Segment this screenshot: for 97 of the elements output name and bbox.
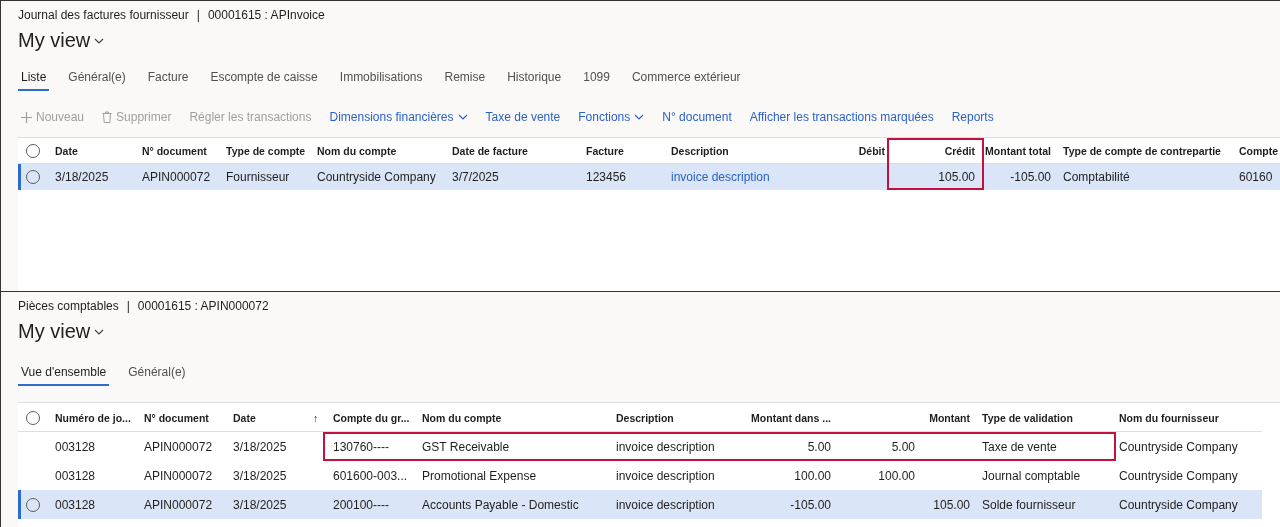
table-cell: 601600-003...: [333, 468, 408, 483]
table-cell: invoice description: [616, 497, 715, 512]
table-cell: invoice description: [616, 468, 715, 483]
toolbar-button[interactable]: Afficher les transactions marquées: [746, 110, 937, 124]
column-header[interactable]: Description: [671, 145, 729, 157]
tab[interactable]: Général(e): [65, 70, 129, 91]
column-header[interactable]: Type de compte de contrepartie: [1063, 145, 1221, 157]
table-cell: 5.00: [891, 439, 915, 454]
table-cell: 60160: [1239, 170, 1273, 184]
chevron-down-icon: [634, 114, 645, 120]
plus-icon: [21, 111, 32, 123]
toolbar-button[interactable]: N° document: [659, 110, 735, 124]
tab[interactable]: 1099: [580, 70, 613, 91]
view-selector[interactable]: My view: [18, 320, 91, 343]
table-cell: 100.00: [878, 468, 915, 483]
tab[interactable]: Vue d'ensemble: [18, 365, 110, 386]
tab[interactable]: Remise: [441, 70, 489, 91]
record-title: 00001615 : APInvoice: [207, 8, 325, 22]
tab[interactable]: Facture: [144, 70, 192, 91]
chevron-down-icon: [457, 114, 468, 120]
table-cell: 3/18/2025: [233, 468, 287, 483]
column-header[interactable]: N° document: [144, 411, 209, 424]
column-header[interactable]: Facture: [586, 145, 624, 157]
column-header[interactable]: Compte: [1239, 145, 1279, 157]
table-cell: 130760----: [333, 439, 390, 454]
circle-icon: [26, 497, 40, 512]
table-cell: 3/18/2025: [233, 439, 287, 454]
column-header[interactable]: Nom du compte: [317, 145, 397, 157]
column-header[interactable]: N° document: [142, 145, 207, 157]
toolbar-button[interactable]: Fonctions: [575, 110, 648, 124]
column-header[interactable]: Type de compte: [226, 145, 306, 157]
tab[interactable]: Commerce extérieur: [628, 70, 744, 91]
tab[interactable]: Immobilisations: [336, 70, 426, 91]
table-cell: Taxe de vente: [982, 439, 1057, 454]
table-cell: GST Receivable: [422, 439, 510, 454]
table-cell: Comptabilité: [1063, 170, 1130, 184]
table-cell: 3/18/2025: [233, 497, 287, 512]
column-header[interactable]: Montant total: [985, 145, 1051, 157]
table-cell: Countryside Company: [1119, 468, 1238, 483]
table-cell: APIN000072: [144, 497, 213, 512]
tab[interactable]: Escompte de caisse: [207, 70, 321, 91]
tab[interactable]: Général(e): [125, 365, 189, 386]
table-cell: Fournisseur: [226, 170, 290, 184]
table-cell: 100.00: [794, 468, 831, 483]
tab[interactable]: Liste: [18, 70, 50, 91]
table-cell: Countryside Company: [1119, 439, 1238, 454]
table-cell: APIN000072: [144, 468, 213, 483]
toolbar-button[interactable]: Taxe de vente: [482, 110, 564, 124]
table-cell: Solde fournisseur: [982, 497, 1076, 512]
table-cell: 003128: [55, 497, 96, 512]
table-cell: invoice description: [616, 439, 715, 454]
table-cell: Countryside Company: [317, 170, 436, 184]
column-header[interactable]: Crédit: [944, 145, 975, 157]
table-cell: 123456: [586, 170, 627, 184]
column-header[interactable]: Compte du gr...: [333, 411, 410, 424]
table-cell: 200100----: [333, 497, 390, 512]
column-header[interactable]: Nom du fournisseur: [1119, 411, 1219, 424]
toolbar-button[interactable]: Dimensions financières: [326, 110, 471, 124]
page-title: Pièces comptables: [18, 299, 119, 313]
table-cell: 3/18/2025: [55, 170, 109, 184]
separator: |: [126, 299, 130, 313]
column-header[interactable]: Nom du compte: [422, 411, 502, 424]
column-header[interactable]: Date de facture: [452, 145, 528, 157]
column-header[interactable]: Numéro de jo...: [55, 411, 131, 424]
table-cell: Accounts Payable - Domestic: [422, 497, 579, 512]
description-link[interactable]: invoice description: [671, 170, 770, 184]
table-cell: 105.00: [933, 497, 970, 512]
table-cell: -105.00: [1010, 170, 1051, 184]
column-header[interactable]: Débit: [858, 145, 885, 157]
chevron-down-icon: [94, 37, 105, 44]
table-cell: APIN000072: [142, 170, 211, 184]
table-cell: 3/7/2025: [452, 170, 499, 184]
column-header[interactable]: Date: [233, 411, 256, 424]
tab[interactable]: Historique: [504, 70, 565, 91]
table-cell: APIN000072: [144, 439, 213, 454]
table-cell: Journal comptable: [982, 468, 1081, 483]
table-cell: Countryside Company: [1119, 497, 1238, 512]
table-cell: -105.00: [790, 497, 831, 512]
column-header[interactable]: ↑: [313, 411, 319, 424]
table-cell: Promotional Expense: [422, 468, 537, 483]
column-header[interactable]: Montant: [929, 411, 970, 424]
table-cell: 003128: [55, 468, 96, 483]
record-title: 00001615 : APIN000072: [137, 299, 269, 313]
chevron-down-icon: [94, 328, 105, 335]
circle-icon: [26, 170, 40, 184]
table-cell: 003128: [55, 439, 96, 454]
column-header[interactable]: Type de validation: [982, 411, 1073, 424]
trash-icon: [102, 111, 113, 123]
table-cell: 105.00: [938, 170, 975, 184]
table-cell: 5.00: [807, 439, 831, 454]
separator: |: [196, 8, 200, 22]
page-title: Journal des factures fournisseur: [18, 8, 189, 22]
view-selector[interactable]: My view: [18, 29, 91, 52]
column-header[interactable]: Date: [55, 145, 78, 157]
column-header[interactable]: Montant dans ...: [751, 411, 831, 424]
toolbar-button[interactable]: Reports: [948, 110, 997, 124]
column-header[interactable]: Description: [616, 411, 674, 424]
